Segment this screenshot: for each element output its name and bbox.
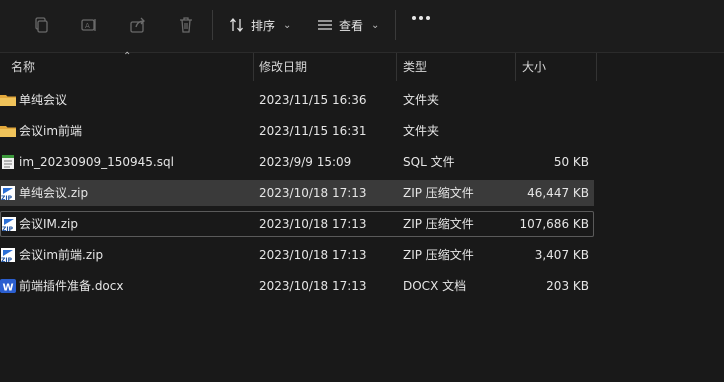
- file-size: 107,686 KB: [519, 217, 589, 231]
- svg-text:ZIP: ZIP: [2, 226, 14, 232]
- rename-icon[interactable]: A: [78, 14, 100, 36]
- toolbar-divider: [395, 10, 396, 40]
- file-type: DOCX 文档: [403, 279, 467, 293]
- share-icon[interactable]: [127, 14, 149, 36]
- file-modified: 2023/10/18 17:13: [259, 186, 367, 200]
- view-button[interactable]: 查看 ⌄: [317, 14, 379, 36]
- file-name: 前端插件准备.docx: [19, 279, 124, 293]
- file-modified: 2023/10/18 17:13: [259, 279, 367, 293]
- sort-icon: [230, 17, 243, 33]
- file-modified: 2023/10/18 17:13: [259, 248, 367, 262]
- file-type: ZIP 压缩文件: [403, 217, 474, 231]
- svg-text:W: W: [3, 283, 14, 294]
- file-type: 文件夹: [403, 124, 440, 138]
- sort-label: 排序: [251, 18, 276, 33]
- file-row[interactable]: 单纯会议 2023/11/15 16:36 文件夹: [0, 87, 594, 113]
- word-doc-icon: W: [0, 279, 16, 294]
- copy-icon[interactable]: [30, 14, 52, 36]
- file-size: 46,447 KB: [527, 186, 589, 200]
- column-header: ⌃ 名称 修改日期 类型 大小: [0, 51, 724, 81]
- sort-ascending-icon: ⌃: [123, 51, 132, 62]
- file-type: 文件夹: [403, 93, 440, 107]
- zip-file-icon: ZIP: [2, 217, 16, 232]
- file-size: [516, 87, 589, 113]
- file-row[interactable]: ZIP 会议im前端.zip 2023/10/18 17:13 ZIP 压缩文件…: [0, 242, 594, 268]
- zip-file-icon: ZIP: [1, 186, 15, 201]
- file-row[interactable]: im_20230909_150945.sql 2023/9/9 15:09 SQ…: [0, 149, 594, 175]
- chevron-down-icon: ⌄: [283, 19, 292, 31]
- file-name: 会议IM.zip: [19, 217, 78, 231]
- command-bar: A 排序 ⌄ 查看 ⌄: [0, 0, 724, 53]
- column-size[interactable]: 大小: [522, 53, 546, 81]
- file-name: 单纯会议: [19, 93, 68, 107]
- file-type: SQL 文件: [403, 155, 455, 169]
- view-icon: [318, 20, 332, 30]
- file-modified: 2023/10/18 17:13: [259, 217, 367, 231]
- svg-text:ZIP: ZIP: [1, 257, 13, 263]
- file-name: 会议im前端.zip: [19, 248, 104, 262]
- file-modified: 2023/11/15 16:31: [259, 124, 367, 138]
- file-size: 50 KB: [553, 155, 589, 169]
- delete-icon[interactable]: [175, 14, 197, 36]
- column-modified[interactable]: 修改日期: [259, 53, 307, 81]
- svg-text:ZIP: ZIP: [1, 195, 13, 201]
- file-size: [516, 118, 589, 144]
- column-type[interactable]: 类型: [403, 53, 427, 81]
- file-row[interactable]: 会议im前端 2023/11/15 16:31 文件夹: [0, 118, 594, 144]
- view-label: 查看: [339, 18, 364, 33]
- file-name: im_20230909_150945.sql: [19, 155, 174, 169]
- sql-file-icon: [2, 155, 14, 169]
- file-row[interactable]: W 前端插件准备.docx 2023/10/18 17:13 DOCX 文档 2…: [0, 273, 594, 299]
- sort-button[interactable]: 排序 ⌄: [229, 14, 291, 36]
- file-size: 3,407 KB: [534, 248, 589, 262]
- file-modified: 2023/11/15 16:36: [259, 93, 367, 107]
- file-type: ZIP 压缩文件: [403, 186, 474, 200]
- column-name[interactable]: 名称: [11, 53, 35, 81]
- folder-icon: [0, 126, 16, 137]
- zip-file-icon: ZIP: [1, 248, 15, 263]
- file-row-focused[interactable]: ZIP 会议IM.zip 2023/10/18 17:13 ZIP 压缩文件 1…: [0, 211, 594, 237]
- chevron-down-icon: ⌄: [371, 19, 380, 31]
- folder-icon: [0, 95, 16, 106]
- file-name: 会议im前端: [19, 124, 83, 138]
- file-type: ZIP 压缩文件: [403, 248, 474, 262]
- file-row-selected[interactable]: ZIP 单纯会议.zip 2023/10/18 17:13 ZIP 压缩文件 4…: [0, 180, 594, 206]
- file-size: 203 KB: [546, 279, 589, 293]
- toolbar-divider: [212, 10, 213, 40]
- file-name: 单纯会议.zip: [19, 186, 89, 200]
- svg-text:A: A: [85, 22, 90, 30]
- file-modified: 2023/9/9 15:09: [259, 155, 352, 169]
- more-icon[interactable]: [412, 16, 430, 20]
